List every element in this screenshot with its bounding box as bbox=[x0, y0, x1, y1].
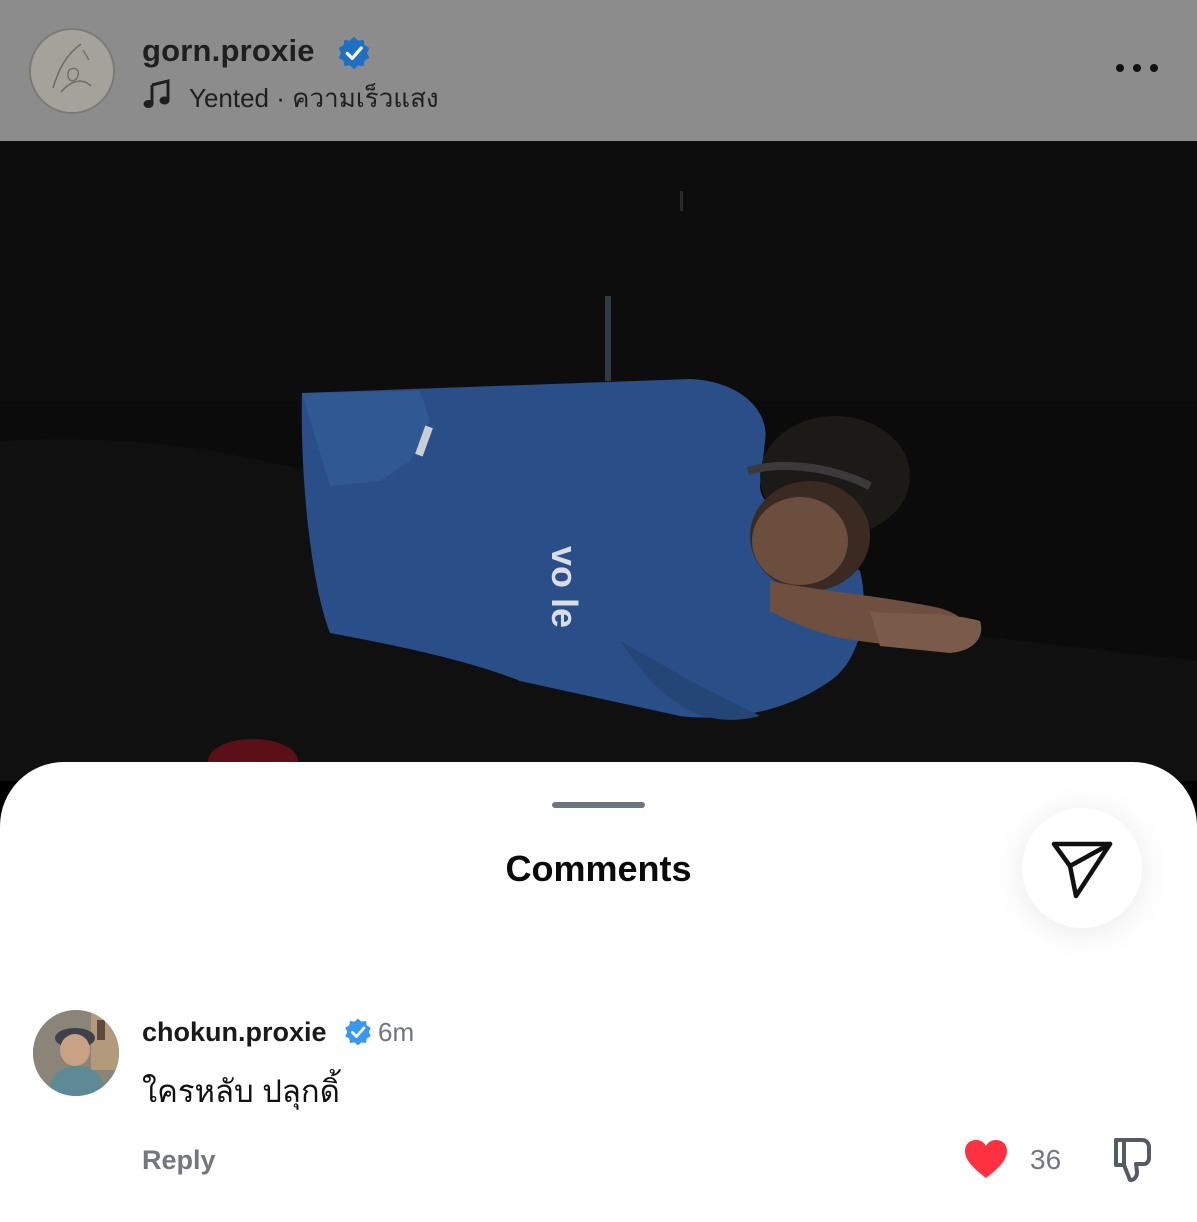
commenter-username[interactable]: chokun.proxie bbox=[142, 1017, 327, 1048]
song-label[interactable]: Yented · ความเร็วแสง bbox=[189, 78, 439, 119]
sheet-title: Comments bbox=[505, 848, 692, 889]
verified-badge-icon bbox=[338, 36, 370, 70]
like-count: 36 bbox=[1030, 1144, 1062, 1175]
sleeping-person-photo: vo le bbox=[0, 141, 1197, 783]
post-photo[interactable]: vo le bbox=[0, 141, 1197, 783]
comments-sheet: Comments chokun.proxie 6m ใครหลับ ปลุกดิ… bbox=[0, 762, 1197, 1222]
verified-badge-icon bbox=[345, 1018, 371, 1046]
reply-button[interactable]: Reply bbox=[142, 1145, 216, 1176]
shirt-print: vo le bbox=[544, 546, 585, 628]
post-header: gorn.proxie Yented · ความเร็วแสง bbox=[0, 0, 1197, 141]
dislike-icon[interactable] bbox=[1108, 1134, 1154, 1184]
more-horizontal-icon[interactable] bbox=[1112, 56, 1162, 80]
music-note-icon bbox=[143, 79, 170, 108]
send-icon bbox=[1051, 841, 1113, 899]
heart-icon[interactable] bbox=[963, 1138, 1009, 1180]
comment-text: ใครหลับ ปลุกดิ้ bbox=[142, 1074, 340, 1109]
author-username[interactable]: gorn.proxie bbox=[142, 33, 315, 69]
author-avatar[interactable] bbox=[29, 28, 115, 114]
sheet-grabber[interactable] bbox=[552, 802, 645, 808]
comment-timestamp: 6m bbox=[378, 1017, 415, 1047]
share-button[interactable] bbox=[1022, 808, 1142, 928]
commenter-avatar[interactable] bbox=[33, 1010, 119, 1096]
